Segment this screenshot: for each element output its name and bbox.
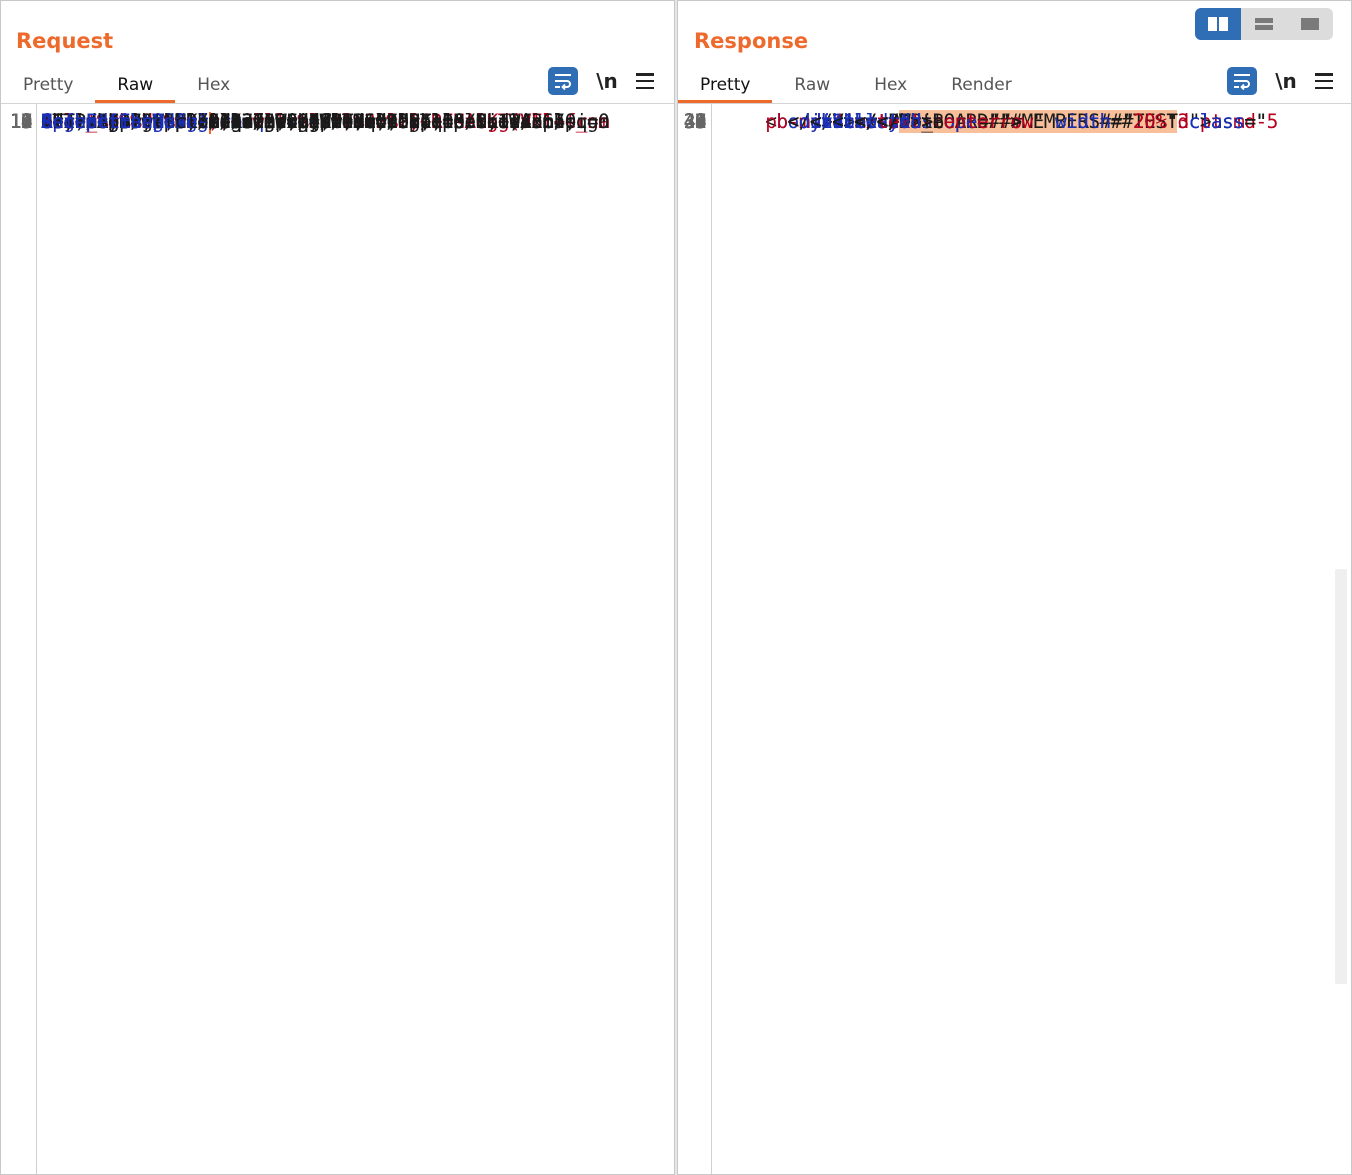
tab-request-raw[interactable]: Raw	[95, 69, 175, 103]
response-scrollbar[interactable]	[1335, 569, 1347, 984]
code-token: >	[921, 110, 933, 133]
hamburger-menu-icon[interactable]	[1315, 73, 1333, 89]
wrap-lines-icon[interactable]	[548, 67, 578, 95]
tab-response-hex[interactable]: Hex	[852, 69, 929, 103]
line-number: 19	[9, 110, 33, 133]
tab-response-pretty[interactable]: Pretty	[678, 69, 773, 103]
code-token: "	[1032, 110, 1055, 133]
code-token: "	[1166, 110, 1189, 133]
code-token: : ko,en;q=0.9,en-US;q=0.8	[208, 110, 487, 133]
layout-toggle	[1195, 8, 1333, 40]
code-token: ="	[1110, 110, 1134, 133]
code-token: width	[1054, 110, 1111, 133]
line-number: 49	[683, 110, 707, 133]
code-token: ">	[999, 110, 1022, 133]
code-token: </	[743, 110, 900, 133]
show-newlines-button[interactable]: \n	[1275, 69, 1297, 93]
code-token: Connection	[41, 110, 153, 133]
tab-response-render[interactable]: Render	[929, 69, 1034, 103]
code-token: ="	[1244, 110, 1267, 133]
code-token: 20%	[1132, 110, 1167, 133]
request-title: Request	[16, 29, 114, 53]
layout-single-icon[interactable]	[1287, 8, 1333, 40]
code-token: td	[898, 110, 922, 133]
tab-request-hex[interactable]: Hex	[175, 69, 252, 103]
code-token: : close	[152, 110, 231, 133]
show-newlines-button[interactable]: \n	[596, 69, 618, 93]
code-text[interactable]: </td>	[743, 108, 933, 137]
request-tabs: Pretty Raw Hex	[1, 69, 252, 103]
layout-stacked-icon[interactable]	[1241, 8, 1287, 40]
response-line-gutter	[678, 104, 712, 1174]
layout-side-by-side-icon[interactable]	[1195, 8, 1241, 40]
wrap-lines-icon[interactable]	[1227, 67, 1257, 95]
code-token: class	[1188, 110, 1245, 133]
code-text[interactable]: Connection: close	[41, 108, 231, 137]
request-pane: Request Pretty Raw Hex \n 1 GET /board/or…	[0, 0, 674, 1175]
response-pane: Response Pretty Raw Hex Render \n 28 <bo…	[678, 0, 1352, 1175]
response-tabs: Pretty Raw Hex Render	[678, 69, 1034, 103]
request-editor[interactable]: 1 GET /board/oracle/view.php?idx= 1+and+1%…	[1, 104, 674, 1174]
tab-response-raw[interactable]: Raw	[772, 69, 852, 103]
hamburger-menu-icon[interactable]	[636, 73, 654, 89]
response-editor[interactable]: 28 <body>2930 <div class="pricing-header…	[678, 104, 1351, 1174]
response-toolbar: \n	[1227, 67, 1333, 95]
response-title: Response	[694, 29, 809, 53]
tab-request-pretty[interactable]: Pretty	[1, 69, 95, 103]
request-toolbar: \n	[548, 67, 654, 95]
request-line-gutter	[1, 104, 37, 1174]
